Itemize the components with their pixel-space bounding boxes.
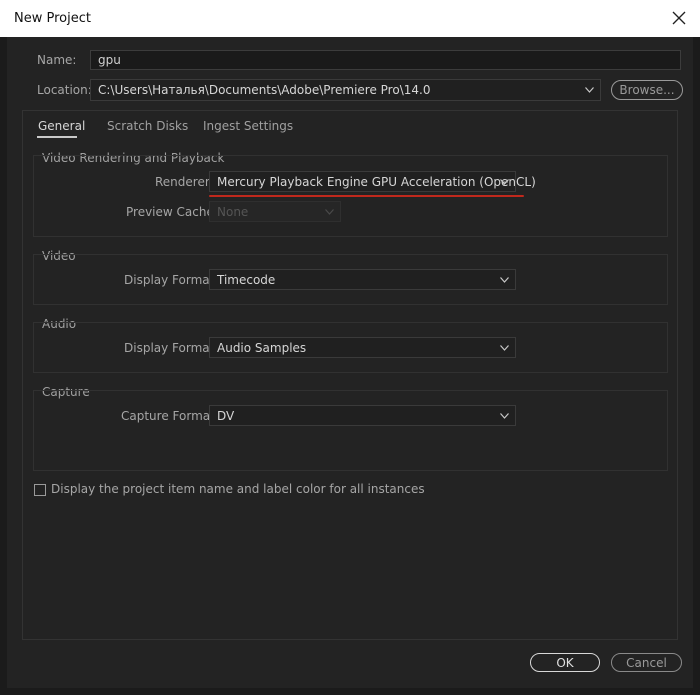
audio-display-format-label: Display Format: bbox=[124, 341, 219, 355]
capture-format-dropdown[interactable]: DV bbox=[209, 405, 516, 426]
renderer-value: Mercury Playback Engine GPU Acceleration… bbox=[217, 175, 536, 189]
audio-display-format-value: Audio Samples bbox=[217, 341, 307, 355]
name-field[interactable]: gpu bbox=[90, 50, 681, 70]
capture-format-label: Capture Format: bbox=[121, 409, 219, 423]
location-label: Location: bbox=[37, 83, 92, 97]
location-dropdown[interactable]: C:\Users\Наталья\Documents\Adobe\Premier… bbox=[90, 79, 601, 101]
preview-cache-value: None bbox=[217, 205, 249, 219]
video-display-format-dropdown[interactable]: Timecode bbox=[209, 269, 516, 290]
preview-cache-dropdown: None bbox=[209, 201, 341, 222]
name-label: Name: bbox=[37, 53, 77, 67]
capture-format-value: DV bbox=[217, 409, 235, 423]
ok-button[interactable]: OK bbox=[530, 653, 600, 672]
renderer-dropdown[interactable]: Mercury Playback Engine GPU Acceleration… bbox=[209, 171, 536, 192]
chevron-down-icon bbox=[500, 345, 509, 351]
preview-cache-label: Preview Cache: bbox=[126, 205, 218, 219]
video-display-format-label: Display Format: bbox=[124, 273, 219, 287]
settings-panel: General Scratch Disks Ingest Settings Vi… bbox=[22, 110, 678, 640]
chevron-down-icon bbox=[325, 209, 334, 215]
renderer-label: Renderer: bbox=[155, 175, 214, 189]
chevron-down-icon bbox=[500, 277, 509, 283]
tab-general[interactable]: General bbox=[38, 119, 85, 133]
display-label-color-checkbox[interactable] bbox=[34, 484, 46, 496]
cancel-button[interactable]: Cancel bbox=[611, 653, 682, 672]
browse-button[interactable]: Browse... bbox=[611, 80, 683, 100]
new-project-dialog: Name: gpu Location: C:\Users\Наталья\Doc… bbox=[7, 37, 693, 688]
renderer-highlight-underline bbox=[209, 195, 524, 197]
video-display-format-value: Timecode bbox=[217, 273, 276, 287]
tab-scratch-disks[interactable]: Scratch Disks bbox=[107, 119, 188, 133]
title-bar: New Project bbox=[0, 0, 700, 37]
close-icon[interactable] bbox=[669, 8, 689, 28]
capture-group bbox=[33, 390, 668, 471]
tab-ingest-settings[interactable]: Ingest Settings bbox=[203, 119, 293, 133]
tab-active-underline bbox=[37, 136, 77, 138]
audio-display-format-dropdown[interactable]: Audio Samples bbox=[209, 337, 516, 358]
display-label-color-text: Display the project item name and label … bbox=[51, 482, 425, 496]
chevron-down-icon bbox=[500, 413, 509, 419]
location-value: C:\Users\Наталья\Documents\Adobe\Premier… bbox=[98, 83, 431, 97]
window-title: New Project bbox=[14, 11, 91, 26]
chevron-down-icon bbox=[500, 179, 509, 185]
chevron-down-icon bbox=[585, 87, 594, 93]
